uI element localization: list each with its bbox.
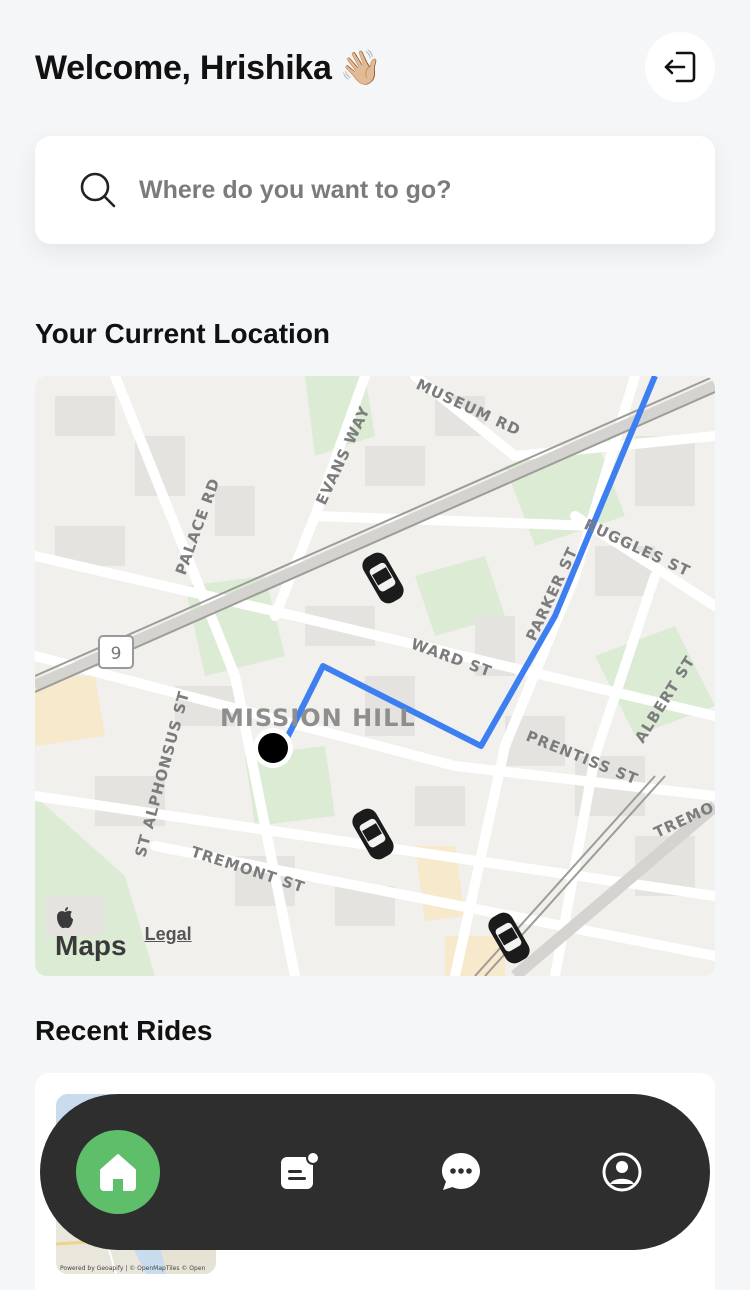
wave-emoji: 👋🏼 xyxy=(339,49,382,87)
welcome-text: Welcome, Hrishika xyxy=(35,48,332,87)
welcome-heading: Welcome, Hrishika 👋🏼 xyxy=(35,48,382,88)
nav-profile-button[interactable] xyxy=(600,1150,644,1194)
neighborhood-label: MISSION HILL xyxy=(220,704,416,732)
header: Welcome, Hrishika 👋🏼 xyxy=(35,32,715,102)
logout-icon xyxy=(664,51,696,83)
nav-rides-button[interactable] xyxy=(277,1150,321,1194)
search-input[interactable] xyxy=(139,175,659,205)
bottom-navigation xyxy=(40,1094,710,1250)
current-location-title: Your Current Location xyxy=(35,318,331,349)
map-canvas[interactable]: 9 MUSEUM RD EVANS WAY PALACE RD RUGGLES … xyxy=(35,376,715,976)
home-icon xyxy=(100,1154,136,1191)
apple-maps-logo: Maps xyxy=(55,906,127,962)
nav-chat-button[interactable] xyxy=(439,1150,483,1194)
rides-list-icon xyxy=(281,1151,321,1189)
profile-icon xyxy=(602,1152,642,1192)
map-attribution: Maps Legal xyxy=(55,906,192,962)
svg-text:9: 9 xyxy=(111,644,122,664)
search-icon xyxy=(80,172,116,208)
thumbnail-caption: Powered by Geoapify | © OpenMapTiles © O… xyxy=(60,1265,206,1272)
map-legal-link[interactable]: Legal xyxy=(145,924,192,945)
chat-icon xyxy=(441,1153,480,1190)
recent-rides-title: Recent Rides xyxy=(35,1015,213,1046)
route-shield: 9 xyxy=(98,635,134,669)
map-view[interactable]: 9 MUSEUM RD EVANS WAY PALACE RD RUGGLES … xyxy=(35,376,715,976)
apple-icon xyxy=(57,907,73,929)
search-bar[interactable] xyxy=(35,136,715,244)
nav-home-button[interactable] xyxy=(76,1130,160,1214)
user-location-marker xyxy=(253,728,293,768)
logout-button[interactable] xyxy=(645,32,715,102)
